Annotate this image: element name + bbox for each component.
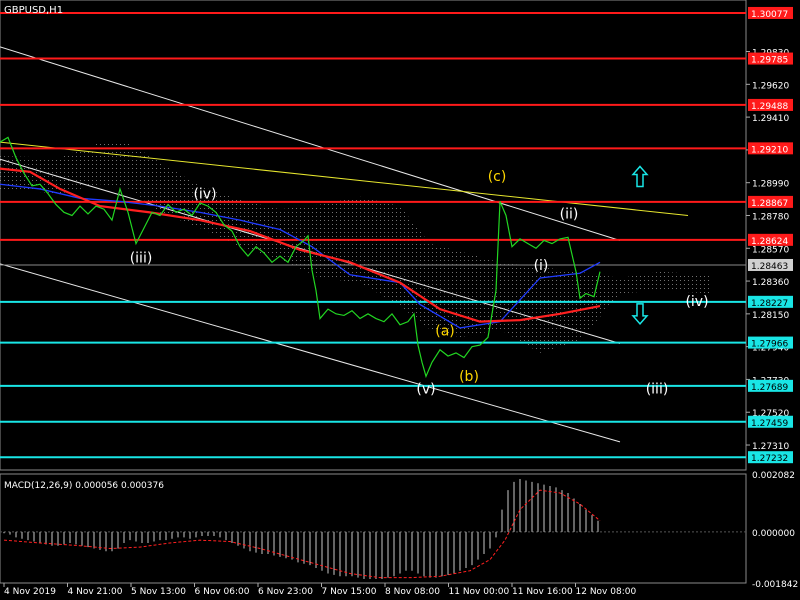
wave-label: (b) (459, 369, 479, 385)
support-level-label: 1.27966 (751, 340, 788, 350)
current-price-label: 1.28463 (751, 262, 788, 272)
resistance-level-label: 1.29785 (751, 56, 788, 66)
support-level-label: 1.28227 (751, 299, 788, 309)
support-level-label: 1.27459 (751, 419, 788, 429)
wave-label: (iii) (646, 381, 669, 397)
y-tick-label: 1.28990 (752, 180, 789, 190)
y-tick-label: 1.28150 (752, 311, 789, 321)
x-tick-label: 6 Nov 23:00 (258, 587, 313, 597)
macd-title: MACD(12,26,9) 0.000056 0.000376 (4, 481, 164, 491)
x-tick-label: 5 Nov 13:00 (131, 587, 186, 597)
y-tick-label: 1.28780 (752, 212, 789, 222)
x-tick-label: 12 Nov 08:00 (576, 587, 637, 597)
x-tick-label: 11 Nov 00:00 (449, 587, 510, 597)
y-tick-label: 1.29620 (752, 81, 789, 91)
y-tick-label: 1.29410 (752, 114, 789, 124)
support-level-label: 1.27232 (751, 454, 788, 464)
wave-label: (iv) (193, 186, 216, 202)
support-level-label: 1.27689 (751, 383, 788, 393)
wave-label: (ii) (560, 207, 579, 223)
trading-chart[interactable]: 1.298301.296201.294101.292001.289901.287… (0, 0, 800, 600)
resistance-level-label: 1.30077 (751, 10, 788, 20)
main-chart-title: GBPUSD,H1 (4, 5, 63, 16)
x-tick-label: 7 Nov 15:00 (322, 587, 377, 597)
resistance-level-label: 1.28867 (751, 199, 788, 209)
macd-y-tick-label: 0.002082 (752, 471, 795, 481)
wave-label: (i) (534, 258, 549, 274)
y-tick-label: 1.27310 (752, 442, 789, 452)
x-tick-label: 6 Nov 06:00 (195, 587, 250, 597)
wave-label: (a) (435, 324, 455, 340)
wave-label: (iii) (130, 250, 153, 266)
resistance-level-label: 1.29488 (751, 102, 788, 112)
arrow-down-icon (631, 303, 649, 325)
x-tick-label: 4 Nov 21:00 (68, 587, 123, 597)
wave-label: (iv) (685, 294, 708, 310)
macd-y-tick-label: -0.001842 (752, 580, 798, 590)
wave-label: (v) (416, 381, 435, 397)
resistance-level-label: 1.28624 (751, 237, 788, 247)
y-tick-label: 1.28360 (752, 278, 789, 288)
wave-label: (c) (488, 169, 507, 185)
resistance-level-label: 1.29210 (751, 145, 788, 155)
x-tick-label: 8 Nov 08:00 (385, 587, 440, 597)
macd-y-tick-label: 0.000000 (752, 529, 795, 539)
ichimoku-cloud (0, 142, 710, 353)
macd-signal-line (3, 489, 601, 579)
x-tick-label: 4 Nov 2019 (4, 587, 56, 597)
x-tick-label: 11 Nov 16:00 (512, 587, 573, 597)
arrow-up-icon (631, 165, 649, 188)
